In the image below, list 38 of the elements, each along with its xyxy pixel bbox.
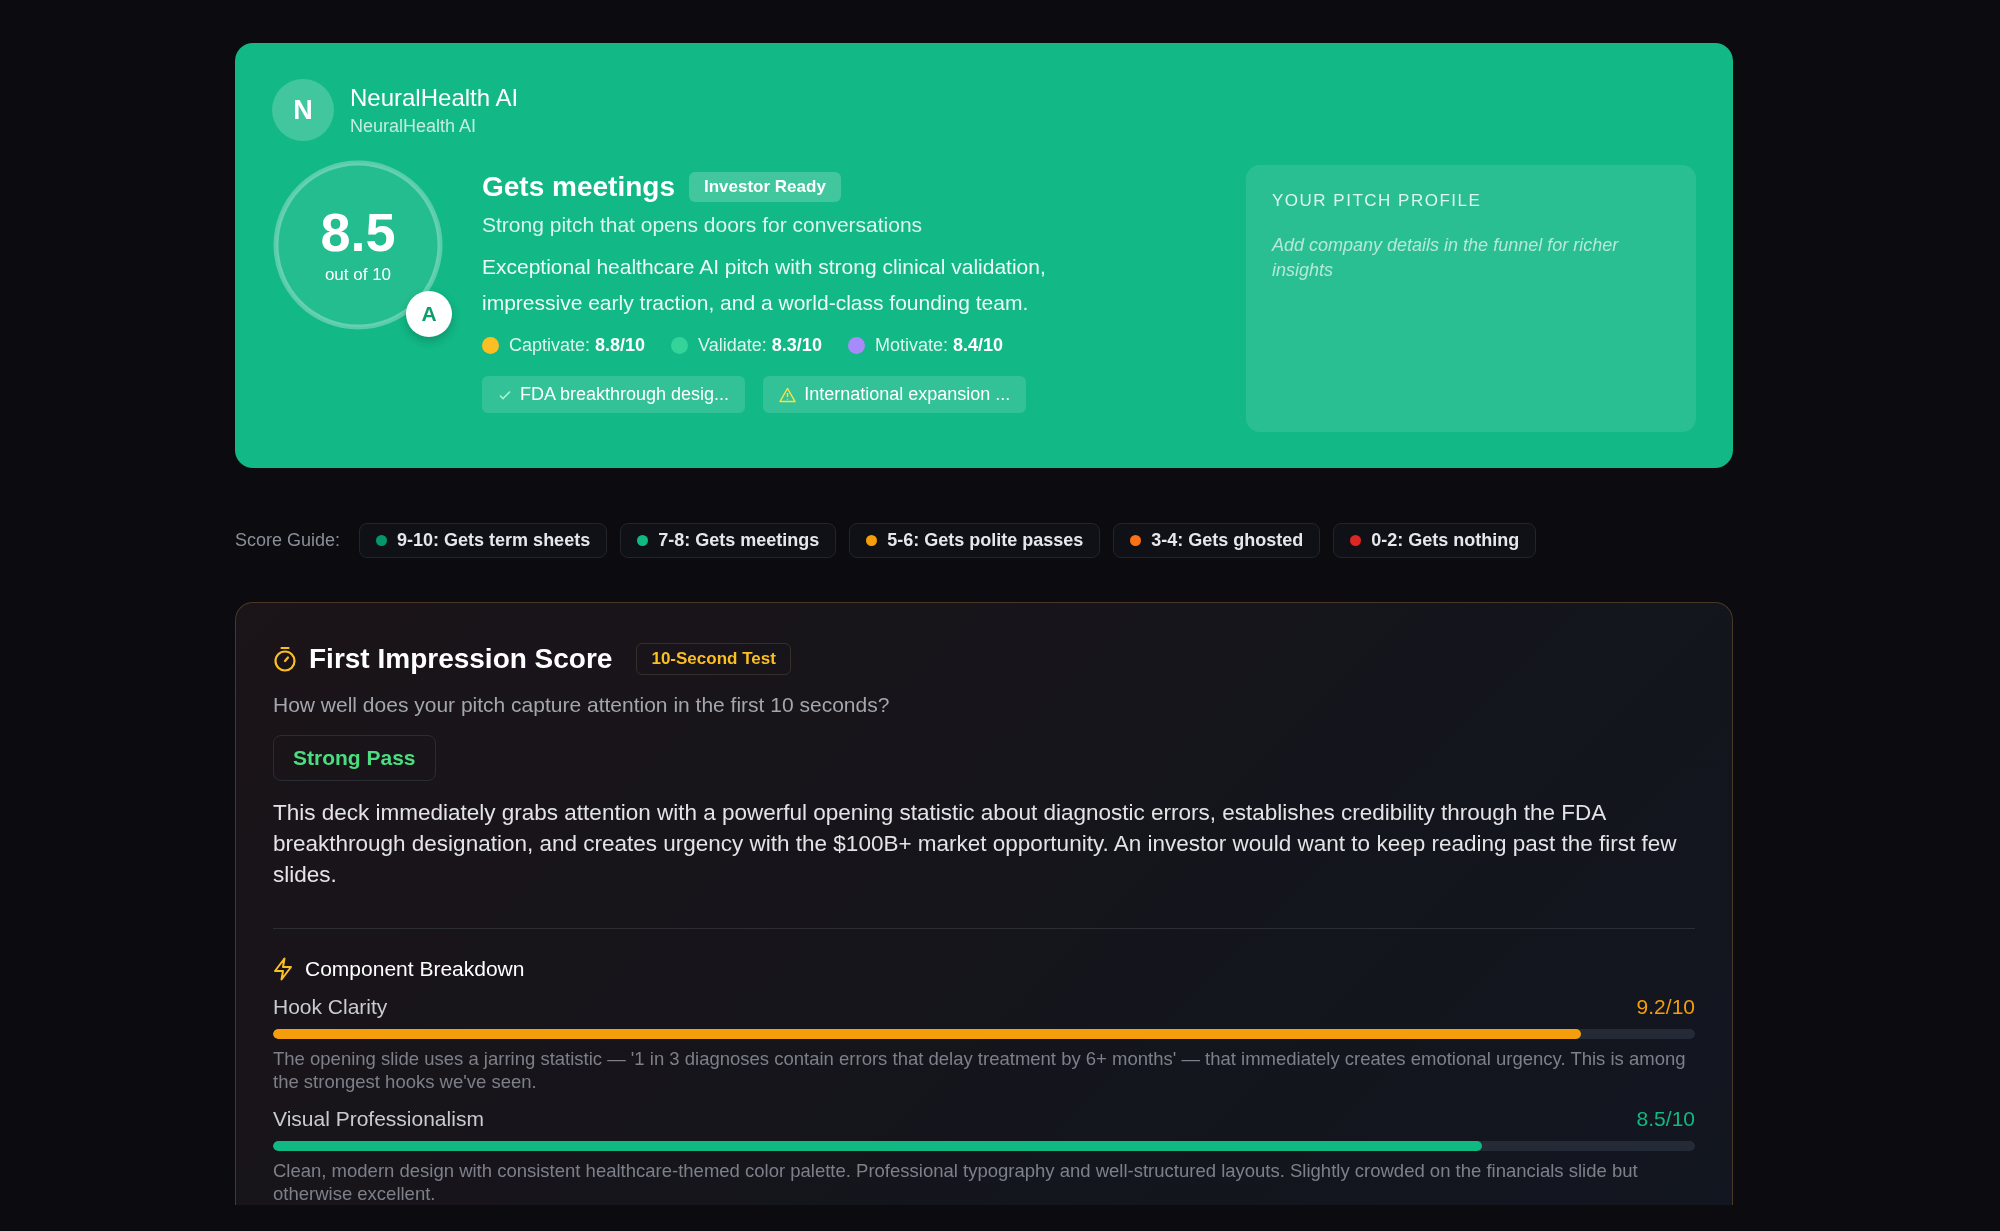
analysis-text: This deck immediately grabs attention with a powerful opening statistic about diagnostic errors, establishes credibility through the FDA breakthrough designation, and creates urgency with the $100B+ market opportunity. An investor would want to keep reading past the first few slides. xyxy=(273,799,1678,889)
score-guide-chip: 9-10: Gets term sheets xyxy=(359,523,608,558)
verdict-title: Gets meetings xyxy=(482,171,675,203)
metric-score: Captivate: 8.8/10 xyxy=(509,335,646,356)
company-name: NeuralHealth AI xyxy=(350,83,519,112)
component-note: Clean, modern design with consistent healthcare-themed color palette. Professional typography and well-structured layouts. Slightly crowded on the financials slide but otherwise excellent. xyxy=(273,1159,1639,1205)
component-note: The opening slide uses a jarring statistic — '1 in 3 diagnoses contain errors that delay treatment by 6+ months' — that immediately creates emotional urgency. This is among the strongest hooks we've seen. xyxy=(273,1047,1687,1093)
grade-badge: A xyxy=(406,291,452,337)
section-question: How well does your pitch capture attention in the first 10 seconds? xyxy=(273,693,891,717)
result-badge: Strong Pass xyxy=(273,735,436,781)
score-guide-label: Score Guide: xyxy=(235,530,341,551)
company-avatar: N xyxy=(272,79,334,141)
component-name: Visual Professionalism xyxy=(273,1107,484,1131)
investor-ready-badge: Investor Ready xyxy=(688,172,841,202)
score-guide-chip: 5-6: Gets polite passes xyxy=(849,523,1101,558)
company-subtitle: NeuralHealth AI xyxy=(350,115,478,137)
lightning-icon xyxy=(273,957,293,981)
score-guide-chip: 0-2: Gets nothing xyxy=(1333,523,1537,558)
risk-tag: International expansion ... xyxy=(763,376,1027,413)
strength-tag: FDA breakthrough desig... xyxy=(482,376,746,413)
component-score: 9.2/10 xyxy=(1636,995,1695,1019)
component-name: Hook Clarity xyxy=(273,995,388,1019)
warning-icon xyxy=(779,386,797,403)
profile-note: Add company details in the funnel for richer insights xyxy=(1272,234,1620,282)
breakdown-title: Component Breakdown xyxy=(305,957,525,981)
section-title: First Impression Score xyxy=(309,643,613,675)
verdict-summary: Exceptional healthcare AI pitch with strong clinical validation, impressive early traction, and a world-class founding team. xyxy=(482,254,1047,316)
metric-score: Validate: 8.3/10 xyxy=(698,335,822,356)
test-badge: 10-Second Test xyxy=(636,643,791,675)
profile-heading: YOUR PITCH PROFILE xyxy=(1272,191,1483,211)
stopwatch-icon xyxy=(273,646,297,672)
score-scale: out of 10 xyxy=(324,265,392,285)
score-guide-chip: 3-4: Gets ghosted xyxy=(1113,523,1321,558)
component-score: 8.5/10 xyxy=(1636,1107,1695,1131)
score-value: 8.5 xyxy=(320,205,396,259)
score-guide-chip: 7-8: Gets meetings xyxy=(620,523,837,558)
verdict-tagline: Strong pitch that opens doors for conversations xyxy=(482,213,924,237)
metric-score: Motivate: 8.4/10 xyxy=(874,335,1003,356)
